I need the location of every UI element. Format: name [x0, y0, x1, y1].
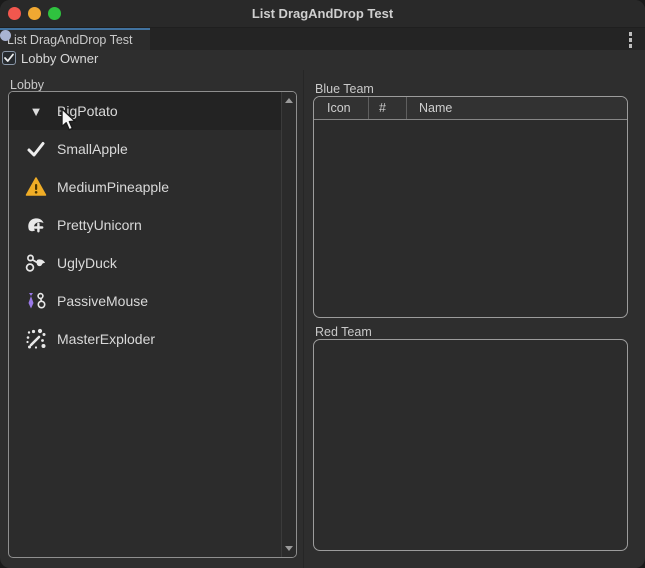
lobby-rows: ▼ BigPotato SmallApple [9, 92, 281, 358]
particles-wand-icon [24, 327, 48, 351]
column-header-number[interactable]: # [369, 97, 407, 119]
column-header-icon[interactable]: Icon [314, 97, 369, 119]
tie-nodes-icon [24, 289, 48, 313]
lobby-list[interactable]: ▼ BigPotato SmallApple [8, 91, 297, 558]
red-team-dropzone[interactable] [313, 339, 628, 551]
mouse-cursor-icon [60, 108, 78, 139]
lobby-item-passivemouse[interactable]: PassiveMouse [9, 282, 281, 320]
lobby-owner-label: Lobby Owner [21, 51, 98, 66]
window-title: List DragAndDrop Test [0, 0, 645, 28]
foldout-triangle-icon: ▼ [24, 99, 48, 123]
app-window: List DragAndDrop Test List DragAndDrop T… [0, 0, 645, 568]
lobby-item-label: PassiveMouse [57, 293, 148, 309]
lobby-item-label: MediumPineapple [57, 179, 169, 195]
lobby-scrollbar[interactable] [281, 92, 296, 557]
nodes-claw-icon [24, 251, 48, 275]
lobby-item-smallapple[interactable]: SmallApple [9, 130, 281, 168]
lobby-item-label: UglyDuck [57, 255, 117, 271]
blue-team-panel-label: Blue Team [315, 82, 374, 96]
lobby-item-label: PrettyUnicorn [57, 217, 142, 233]
tab-label: List DragAndDrop Test [7, 33, 133, 47]
lobby-panel-label: Lobby [10, 78, 44, 92]
tab-strip: List DragAndDrop Test [0, 28, 645, 50]
tab-list-draganddrop-test[interactable]: List DragAndDrop Test [0, 28, 150, 50]
checkmark-icon [3, 52, 15, 64]
column-header-name[interactable]: Name [407, 97, 627, 119]
check-icon [24, 137, 48, 161]
lobby-owner-checkbox[interactable] [2, 51, 16, 65]
pane-splitter[interactable] [303, 70, 304, 568]
hook-plus-icon [24, 213, 48, 237]
lobby-item-label: MasterExploder [57, 331, 155, 347]
scroll-up-icon[interactable] [285, 98, 293, 103]
title-bar: List DragAndDrop Test [0, 0, 645, 28]
red-team-panel-label: Red Team [315, 325, 372, 339]
lobby-owner-row: Lobby Owner [2, 50, 98, 66]
scroll-down-icon[interactable] [285, 546, 293, 551]
lobby-item-bigpotato[interactable]: ▼ BigPotato [9, 92, 281, 130]
kebab-menu-icon[interactable] [629, 32, 633, 48]
lobby-item-masterexploder[interactable]: MasterExploder [9, 320, 281, 358]
tab-drag-dot-icon [0, 30, 11, 41]
lobby-item-uglyduck[interactable]: UglyDuck [9, 244, 281, 282]
blue-team-dropzone[interactable]: Icon # Name [313, 96, 628, 318]
warning-icon [24, 175, 48, 199]
lobby-item-prettyunicorn[interactable]: PrettyUnicorn [9, 206, 281, 244]
blue-team-table-header: Icon # Name [314, 97, 627, 120]
lobby-item-label: SmallApple [57, 141, 128, 157]
lobby-item-mediumpineapple[interactable]: MediumPineapple [9, 168, 281, 206]
